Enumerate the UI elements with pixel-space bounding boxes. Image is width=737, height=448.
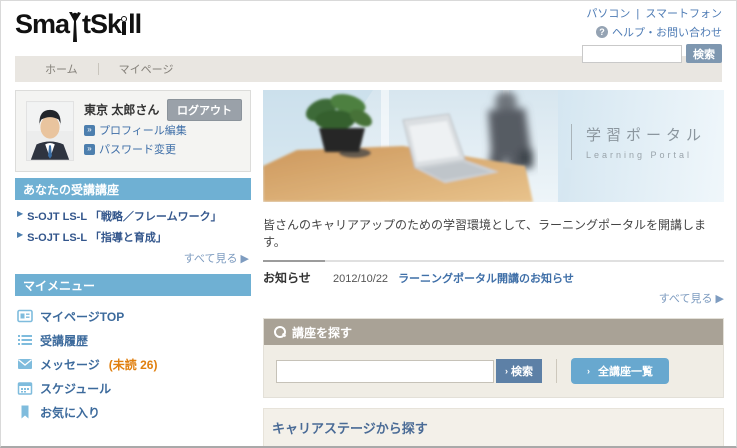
course-link[interactable]: ▶ S-OJT LS-L 「指導と育成」 xyxy=(17,229,249,245)
header-search-button[interactable]: 検索 xyxy=(686,44,722,63)
menu-item-schedule[interactable]: スケジュール xyxy=(17,376,251,400)
mypage-icon xyxy=(17,309,33,323)
triangle-icon: ▶ xyxy=(17,209,24,218)
course-link[interactable]: ▶ S-OJT LS-L 「戦略／フレームワーク」 xyxy=(17,208,249,224)
menu-item-course-history[interactable]: 受講履歴 xyxy=(17,328,251,352)
logo-text-1: Sma xyxy=(15,9,70,39)
password-change-link[interactable]: » パスワード変更 xyxy=(84,141,240,157)
course-search-button[interactable]: › 検索 xyxy=(496,359,542,383)
menu-item-mypage-top[interactable]: マイページTOP xyxy=(17,304,251,328)
course-search-input[interactable] xyxy=(276,359,494,383)
button-arrow-icon: › xyxy=(505,366,508,376)
unread-badge: (未読 26) xyxy=(108,357,158,372)
course-search-section: 講座を探す › 検索 › 全講座一覧 xyxy=(263,318,724,398)
news-link[interactable]: ラーニングポータル開講のお知らせ xyxy=(398,270,574,286)
nav-item-home[interactable]: ホーム xyxy=(45,61,98,77)
course-search-title: 講座を探す xyxy=(292,325,353,340)
menu-item-favorites[interactable]: お気に入り xyxy=(17,400,251,424)
search-icon xyxy=(274,326,286,338)
my-courses-header: あなたの受講講座 xyxy=(15,178,251,200)
sidebar: 東京 太郎さん ログアウト » プロフィール編集 » パスワード変更 あなたの受… xyxy=(15,90,251,446)
device-switch-links: パソコン | スマートフォン xyxy=(582,5,722,21)
nav-separator xyxy=(97,63,99,75)
header: Sma tSk ll パソコン | スマートフォン ? ヘルプ・お問い合わせ 検… xyxy=(1,1,736,63)
hero-banner: 学習ポータル Learning Portal xyxy=(263,90,724,202)
favorite-icon xyxy=(21,405,29,419)
content: 東京 太郎さん ログアウト » プロフィール編集 » パスワード変更 あなたの受… xyxy=(15,90,724,446)
logo-text-3: ll xyxy=(128,9,142,39)
news-section: お知らせ 2012/10/22 ラーニングポータル開講のお知らせ すべて見る ▶ xyxy=(263,260,724,306)
career-section-title: キャリアステージから探す xyxy=(272,421,428,436)
logo-person-icon xyxy=(69,12,82,42)
my-courses-view-all-link[interactable]: すべて見る ▶ xyxy=(17,250,249,266)
intro-text: 皆さんのキャリアアップのための学習環境として、ラーニングポータルを開講します。 xyxy=(263,218,707,249)
hero-title-en: Learning Portal xyxy=(585,150,693,160)
my-menu-header: マイメニュー xyxy=(15,274,251,296)
logo[interactable]: Sma tSk ll xyxy=(15,9,142,42)
course-search-header: 講座を探す xyxy=(264,319,723,345)
profile-box: 東京 太郎さん ログアウト » プロフィール編集 » パスワード変更 xyxy=(15,90,251,172)
pc-link[interactable]: パソコン xyxy=(586,8,630,20)
help-icon: ? xyxy=(596,26,608,38)
nav-item-mypage[interactable]: マイページ xyxy=(119,61,194,77)
message-icon xyxy=(18,359,32,369)
profile-edit-link[interactable]: » プロフィール編集 xyxy=(84,122,240,138)
schedule-icon xyxy=(17,382,33,395)
header-search: 検索 xyxy=(582,44,722,63)
my-courses-section: あなたの受講講座 ▶ S-OJT LS-L 「戦略／フレームワーク」 ▶ S-O… xyxy=(15,178,251,268)
logo-text-2: tSk xyxy=(82,9,122,39)
square-arrow-icon: » xyxy=(84,124,95,136)
device-links-separator: | xyxy=(636,8,640,20)
help-row: ? ヘルプ・お問い合わせ xyxy=(582,24,722,40)
career-stage-section: キャリアステージから探す xyxy=(263,408,724,446)
smartphone-link[interactable]: スマートフォン xyxy=(645,8,722,20)
hero-title-ja: 学習ポータル xyxy=(585,127,706,144)
logo-bulb-i-icon xyxy=(121,13,128,40)
avatar xyxy=(26,101,74,161)
my-menu-section: マイメニュー マイページTOP 受講履歴 メッセージ (未読 26) スケジュー… xyxy=(15,274,251,424)
logout-button[interactable]: ログアウト xyxy=(167,99,242,121)
square-arrow-icon: » xyxy=(84,143,95,155)
header-utility: パソコン | スマートフォン ? ヘルプ・お問い合わせ 検索 xyxy=(582,5,722,63)
hero-caption: 学習ポータル Learning Portal xyxy=(570,124,706,160)
news-section-title: お知らせ xyxy=(263,271,311,285)
help-contact-link[interactable]: ヘルプ・お問い合わせ xyxy=(612,24,722,40)
news-row: お知らせ 2012/10/22 ラーニングポータル開講のお知らせ xyxy=(263,269,724,286)
menu-item-messages[interactable]: メッセージ (未読 26) xyxy=(17,352,251,376)
triangle-icon: ▶ xyxy=(17,230,24,239)
my-courses-list: ▶ S-OJT LS-L 「戦略／フレームワーク」 ▶ S-OJT LS-L 「… xyxy=(15,200,251,268)
divider xyxy=(556,359,557,383)
my-menu-list: マイページTOP 受講履歴 メッセージ (未読 26) スケジュール お気に入り xyxy=(15,296,251,424)
news-view-all-link[interactable]: すべて見る ▶ xyxy=(263,290,724,306)
button-arrow-icon: › xyxy=(587,366,590,376)
all-courses-button[interactable]: › 全講座一覧 xyxy=(571,358,669,384)
header-search-input[interactable] xyxy=(582,44,682,63)
main-column: 学習ポータル Learning Portal 皆さんのキャリアアップのための学習… xyxy=(263,90,724,446)
course-search-body: › 検索 › 全講座一覧 xyxy=(264,345,723,397)
news-date: 2012/10/22 xyxy=(333,273,389,285)
history-icon xyxy=(18,335,32,345)
learning-portal-page: Sma tSk ll パソコン | スマートフォン ? ヘルプ・お問い合わせ 検… xyxy=(0,0,737,448)
profile-info: 東京 太郎さん ログアウト » プロフィール編集 » パスワード変更 xyxy=(84,99,242,161)
